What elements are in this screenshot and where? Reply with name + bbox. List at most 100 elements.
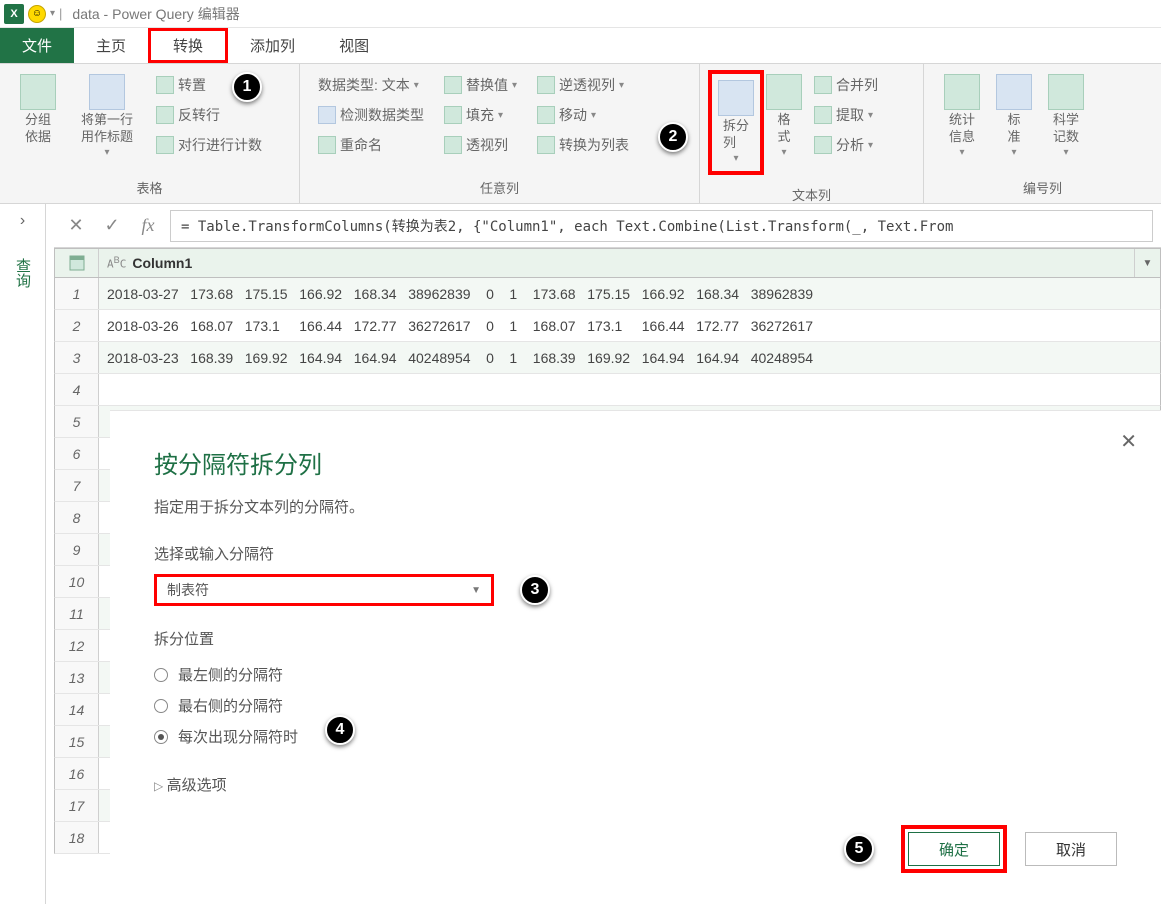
chevron-down-icon: ▾ [619, 80, 624, 91]
close-icon[interactable]: ✕ [1120, 429, 1137, 454]
tab-view[interactable]: 视图 [317, 28, 391, 63]
chevron-down-icon: ▾ [512, 80, 517, 91]
row-number: 6 [55, 438, 99, 469]
format-button[interactable]: 格 式 ▾ [764, 70, 804, 163]
tab-add-column[interactable]: 添加列 [228, 28, 317, 63]
fb-fx-icon[interactable]: fx [134, 212, 162, 240]
fill-button[interactable]: 填充▾ [440, 102, 521, 128]
advanced-options-toggle[interactable]: 高级选项 [154, 774, 1117, 795]
excel-icon: X [4, 4, 24, 24]
grid-header: ABC Column1 ▼ [54, 248, 1161, 278]
radio-leftmost[interactable]: 最左侧的分隔符 [154, 659, 1117, 690]
move-button[interactable]: 移动▾ [533, 102, 633, 128]
chevron-down-icon: ▾ [104, 146, 109, 159]
standard-icon [996, 74, 1032, 110]
text-type-icon: ABC [107, 255, 126, 271]
row-number: 4 [55, 374, 99, 405]
tab-home[interactable]: 主页 [74, 28, 148, 63]
chevron-down-icon: ▾ [591, 110, 596, 121]
radio-rightmost[interactable]: 最右侧的分隔符 [154, 690, 1117, 721]
title-bar: X ☺ ▾ | data - Power Query 编辑器 [0, 0, 1161, 28]
fb-cancel-icon[interactable]: ✕ [62, 212, 90, 240]
statistics-button[interactable]: 统计 信息 ▾ [932, 70, 992, 163]
detect-type-button[interactable]: 检测数据类型 [314, 102, 428, 128]
ok-button[interactable]: 确定 [908, 832, 1000, 866]
grid-corner-icon[interactable] [55, 249, 99, 277]
chevron-down-icon: ▼ [471, 585, 481, 596]
extract-button[interactable]: 提取▾ [810, 102, 882, 128]
standard-button[interactable]: 标 准 ▾ [992, 70, 1036, 163]
replace-button[interactable]: 替换值▾ [440, 72, 521, 98]
table-row[interactable]: 22018-03-26 168.07 173.1 166.44 172.77 3… [54, 310, 1161, 342]
chevron-down-icon: ▾ [1011, 146, 1016, 159]
transpose-icon [156, 76, 174, 94]
tab-transform[interactable]: 转换 [148, 28, 228, 63]
smiley-icon[interactable]: ☺ [28, 5, 46, 23]
unpivot-icon [537, 76, 555, 94]
radio-each[interactable]: 每次出现分隔符时 [154, 721, 1117, 752]
delimiter-combobox[interactable]: 制表符 ▼ [154, 574, 494, 606]
column-header[interactable]: ABC Column1 [99, 249, 1134, 277]
unpivot-button[interactable]: 逆透视列▾ [533, 72, 633, 98]
table-row[interactable]: 12018-03-27 173.68 175.15 166.92 168.34 … [54, 278, 1161, 310]
cell [99, 374, 1160, 405]
chevron-down-icon: ▾ [414, 80, 419, 91]
row-number: 14 [55, 694, 99, 725]
data-type-button[interactable]: 数据类型: 文本▾ [314, 72, 428, 98]
merge-icon [814, 76, 832, 94]
split-column-button[interactable]: 拆分 列 ▾ [714, 76, 758, 169]
parse-button[interactable]: 分析▾ [810, 132, 882, 158]
to-list-button[interactable]: 转换为列表 [533, 132, 633, 158]
group-by-icon [20, 74, 56, 110]
row-number: 17 [55, 790, 99, 821]
fb-confirm-icon[interactable]: ✓ [98, 212, 126, 240]
formula-input[interactable]: = Table.TransformColumns(转换为表2, {"Column… [170, 210, 1153, 242]
use-first-row-button[interactable]: 将第一行 用作标题 ▾ [68, 70, 146, 163]
list-icon [537, 136, 555, 154]
row-number: 9 [55, 534, 99, 565]
row-number: 7 [55, 470, 99, 501]
callout-5: 5 [844, 834, 874, 864]
expand-panel-icon[interactable]: › [0, 204, 45, 238]
pivot-icon [444, 136, 462, 154]
column-filter-dropdown[interactable]: ▼ [1134, 249, 1160, 277]
ok-button-highlight: 确定 [901, 825, 1007, 873]
reverse-rows-button[interactable]: 反转行 [152, 102, 266, 128]
tab-file[interactable]: 文件 [0, 28, 74, 63]
group-label-num: 编号列 [924, 174, 1161, 203]
cancel-button[interactable]: 取消 [1025, 832, 1117, 866]
row-number: 1 [55, 278, 99, 309]
dialog-title: 按分隔符拆分列 [154, 445, 1117, 480]
chevron-down-icon: ▾ [868, 140, 873, 151]
scientific-button[interactable]: 科学 记数 ▾ [1036, 70, 1096, 163]
scientific-icon [1048, 74, 1084, 110]
rename-button[interactable]: 重命名 [314, 132, 428, 158]
delimiter-label: 选择或输入分隔符 [154, 543, 1117, 564]
extract-icon [814, 106, 832, 124]
parse-icon [814, 136, 832, 154]
merge-cols-button[interactable]: 合并列 [810, 72, 882, 98]
count-rows-button[interactable]: 对行进行计数 [152, 132, 266, 158]
chevron-down-icon: ▾ [733, 152, 738, 165]
table-row[interactable]: 4 [54, 374, 1161, 406]
split-at-radio-group: 最左侧的分隔符 最右侧的分隔符 每次出现分隔符时 [154, 659, 1117, 752]
split-at-label: 拆分位置 [154, 628, 1117, 649]
detect-icon [318, 106, 336, 124]
table-row[interactable]: 32018-03-23 168.39 169.92 164.94 164.94 … [54, 342, 1161, 374]
cell: 2018-03-27 173.68 175.15 166.92 168.34 3… [99, 278, 1160, 309]
chevron-down-icon: ▾ [868, 110, 873, 121]
fill-icon [444, 106, 462, 124]
queries-label: 查询 [12, 258, 33, 288]
queries-panel: › 查询 [0, 204, 46, 904]
split-column-highlight: 拆分 列 ▾ [708, 70, 764, 175]
qat-separator: | [59, 6, 62, 21]
group-by-button[interactable]: 分组 依据 [8, 70, 68, 150]
pivot-button[interactable]: 透视列 [440, 132, 521, 158]
row-number: 18 [55, 822, 99, 853]
sigma-icon [944, 74, 980, 110]
move-icon [537, 106, 555, 124]
count-icon [156, 136, 174, 154]
qat-dropdown-icon[interactable]: ▾ [50, 8, 55, 19]
dialog-subtitle: 指定用于拆分文本列的分隔符。 [154, 496, 1117, 517]
group-label-any: 任意列 [300, 174, 699, 203]
